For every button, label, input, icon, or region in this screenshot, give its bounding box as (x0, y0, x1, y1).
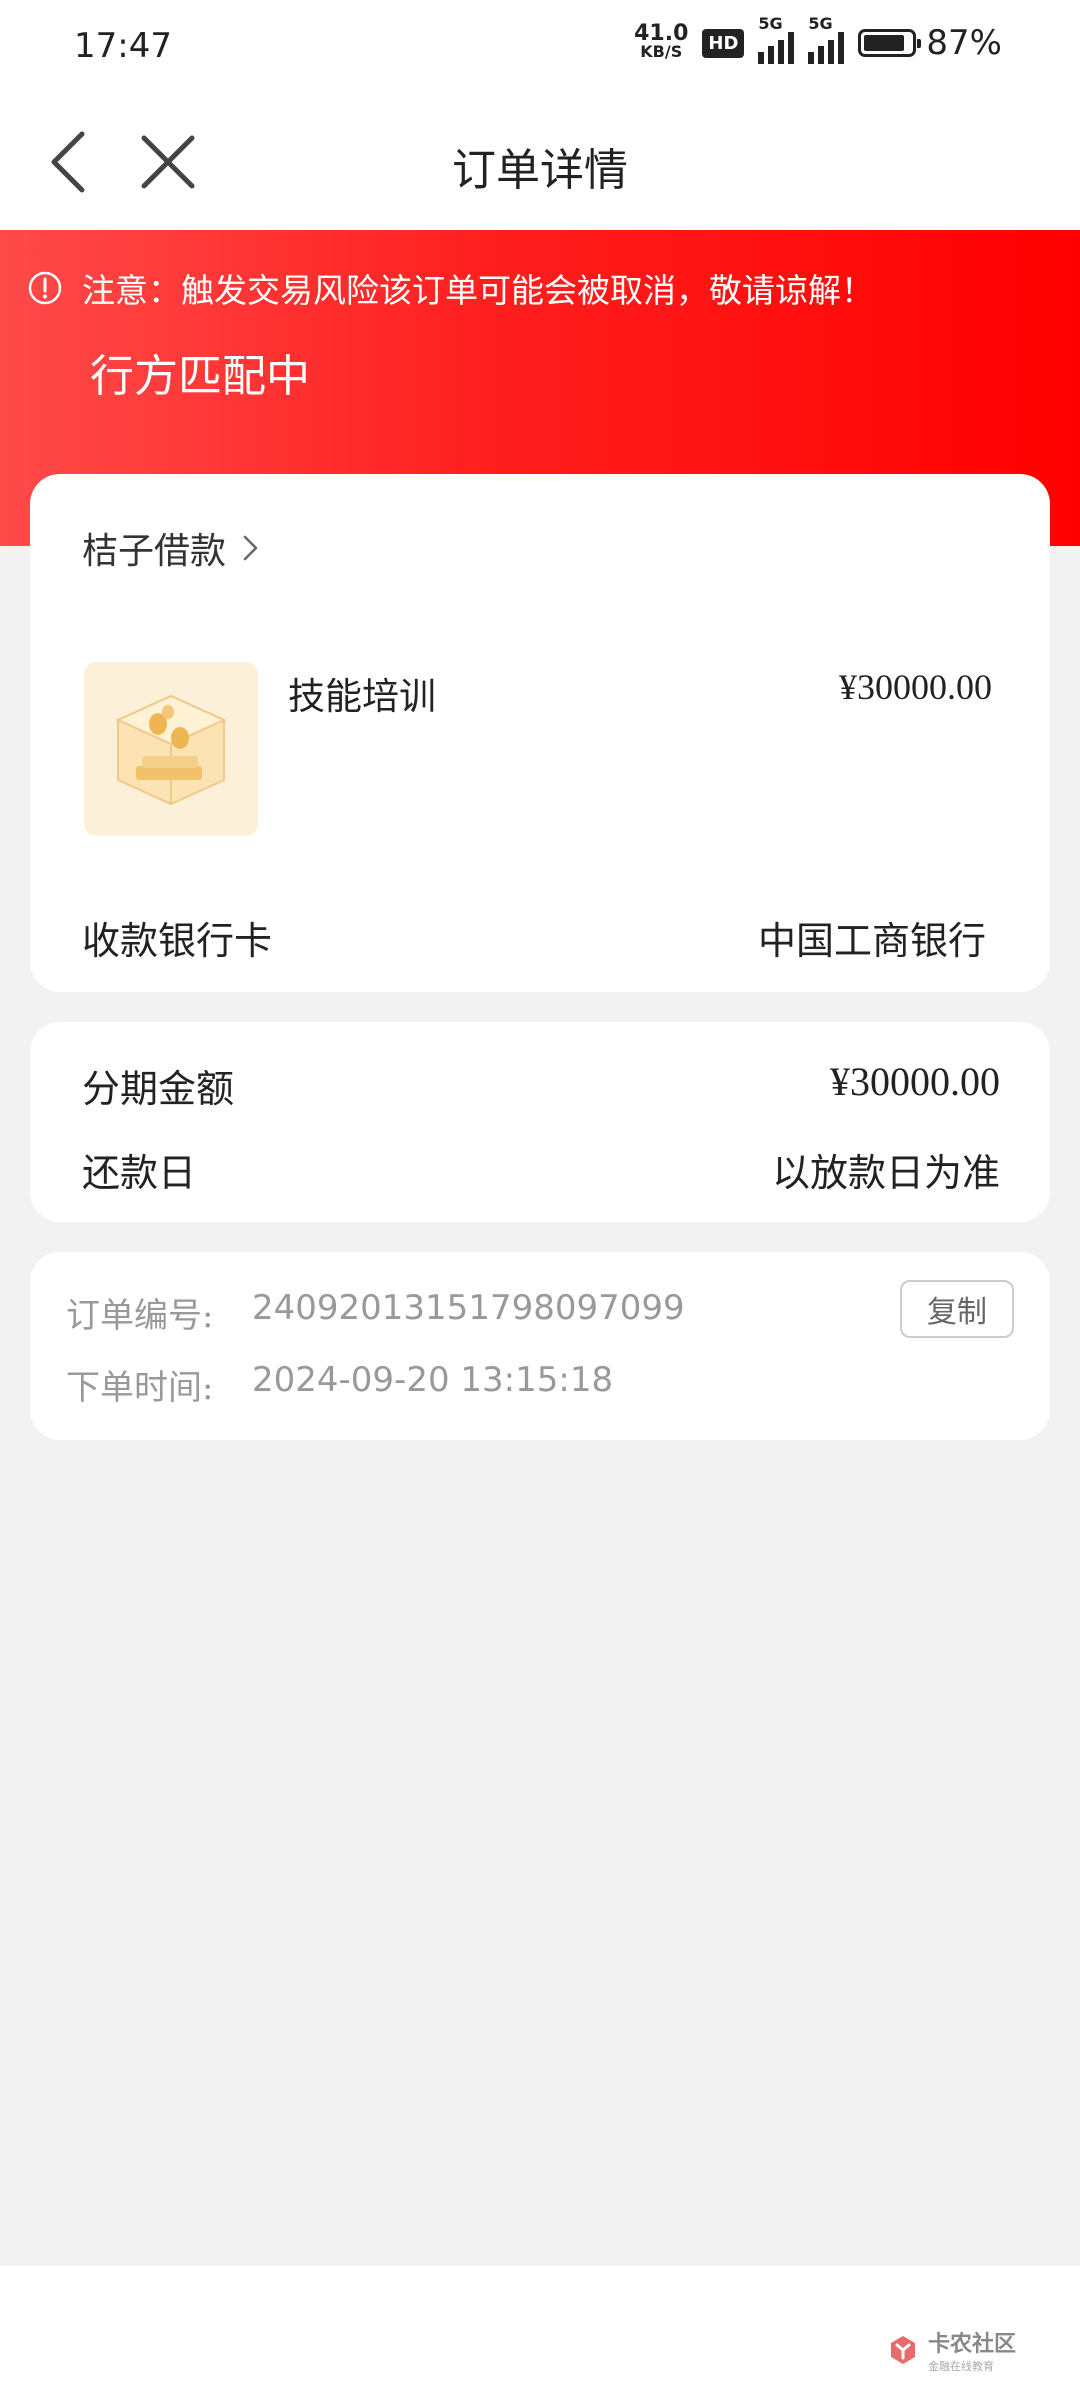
coin-box-icon (115, 694, 227, 806)
merchant-link[interactable]: 桔子借款 (82, 522, 262, 574)
merchant-name: 桔子借款 (82, 531, 227, 572)
product-name: 技能培训 (288, 675, 436, 718)
product-thumbnail (84, 662, 258, 836)
sim1-network-label: 5G (758, 14, 783, 33)
status-indicators: 41.0 KB/S HD 5G 5G 87% (634, 14, 1002, 64)
order-number-value: 24092013151798097099 (252, 1288, 685, 1328)
chevron-right-icon (243, 535, 258, 561)
kanong-logo-icon (890, 2336, 915, 2364)
warning-row: 注意：触发交易风险该订单可能会被取消，敬请谅解！ (28, 264, 874, 312)
nav-bar: 订单详情 (0, 96, 1080, 230)
battery-icon (858, 29, 922, 57)
bottom-bar: 卡农社区 金融在线教育 (0, 2266, 1080, 2408)
network-speed-value: 41.0 (634, 21, 689, 46)
battery-percent: 87% (926, 23, 1002, 63)
network-speed-unit: KB/S (640, 42, 683, 61)
order-time-value: 2024-09-20 13:15:18 (252, 1360, 614, 1400)
page-title: 订单详情 (452, 145, 628, 196)
bank-card-label: 收款银行卡 (82, 919, 273, 963)
repayment-day-label: 还款日 (82, 1151, 197, 1195)
copy-button[interactable]: 复制 (900, 1280, 1014, 1338)
watermark-title: 卡农社区 (927, 2332, 1016, 2357)
order-number-label: 订单编号: (66, 1296, 214, 1336)
order-status-text: 行方匹配中 (90, 351, 310, 402)
order-card: 桔子借款 技能培训 ¥30000.00 收款银行卡 中国工商银行 (30, 474, 1050, 992)
product-price: ¥30000.00 (839, 667, 992, 707)
status-bar: 17:47 41.0 KB/S HD 5G 5G 87% (0, 0, 1080, 96)
warning-text: 注意：触发交易风险该订单可能会被取消，敬请谅解！ (82, 271, 874, 310)
network-speed: 41.0 KB/S (634, 21, 689, 61)
order-time-label: 下单时间: (66, 1368, 214, 1408)
signal-sim2-icon: 5G (808, 14, 845, 64)
exclamation-circle-icon (28, 271, 62, 305)
battery-indicator: 87% (858, 23, 1002, 63)
watermark: 卡农社区 金融在线教育 (886, 2326, 1016, 2374)
installment-amount-label: 分期金额 (82, 1067, 235, 1111)
status-time: 17:47 (74, 26, 172, 66)
hd-voice-badge: HD (702, 28, 745, 58)
signal-sim1-icon: 5G (758, 14, 795, 64)
installment-amount-value: ¥30000.00 (830, 1059, 1000, 1104)
sim2-network-label: 5G (808, 14, 833, 33)
installment-card: 分期金额 ¥30000.00 还款日 以放款日为准 (30, 1022, 1050, 1222)
order-meta-card: 订单编号: 24092013151798097099 复制 下单时间: 2024… (30, 1252, 1050, 1440)
repayment-day-value: 以放款日为准 (771, 1151, 1000, 1195)
bank-card-value: 中国工商银行 (757, 919, 986, 963)
watermark-subtitle: 金融在线教育 (927, 2360, 994, 2373)
